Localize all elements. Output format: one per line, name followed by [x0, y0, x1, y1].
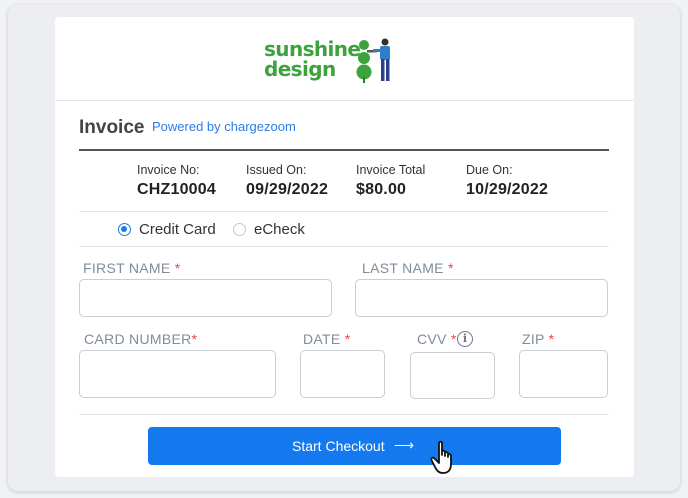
- cvv-info-icon[interactable]: i: [457, 331, 473, 347]
- first-name-input[interactable]: [79, 279, 332, 317]
- last-name-input[interactable]: [355, 279, 608, 317]
- start-checkout-label: Start Checkout: [292, 438, 385, 454]
- powered-by-link[interactable]: Powered by chargezoom: [152, 119, 296, 134]
- invoice-card: sunshine design Invoice Powered by charg…: [55, 17, 634, 477]
- last-name-label: LAST NAME *: [362, 260, 454, 276]
- card-number-input[interactable]: [79, 350, 276, 398]
- due-on-value: 10/29/2022: [466, 181, 549, 198]
- issued-on-value: 09/29/2022: [246, 181, 329, 198]
- brand-logo-text: sunshine design: [264, 37, 361, 81]
- issued-on-label: Issued On:: [246, 163, 307, 177]
- date-label: DATE *: [303, 331, 350, 347]
- start-checkout-button[interactable]: Start Checkout ⟶: [148, 427, 561, 465]
- cvv-label-text: CVV: [417, 331, 447, 347]
- zip-input[interactable]: [519, 350, 608, 398]
- credit-card-label[interactable]: Credit Card: [139, 221, 216, 238]
- meta-divider: [79, 211, 609, 212]
- last-name-required-mark: *: [448, 260, 454, 276]
- brand-line-1: sunshine: [264, 37, 361, 61]
- hand-pointer-cursor-icon: [430, 440, 452, 474]
- credit-card-radio[interactable]: [118, 223, 131, 236]
- echeck-label[interactable]: eCheck: [254, 221, 305, 238]
- brand-line-2: design: [264, 57, 336, 81]
- cvv-input[interactable]: [410, 352, 495, 399]
- last-name-label-text: LAST NAME: [362, 260, 444, 276]
- first-name-label-text: FIRST NAME: [83, 260, 171, 276]
- date-required-mark: *: [344, 331, 351, 347]
- gardener-logo-icon: [356, 38, 390, 83]
- first-name-required-mark: *: [174, 260, 181, 276]
- zip-required-mark: *: [548, 331, 555, 347]
- zip-label: ZIP *: [522, 331, 554, 347]
- due-on-label: Due On:: [466, 163, 513, 177]
- arrow-right-icon: ⟶: [394, 437, 415, 453]
- title-divider: [79, 149, 609, 151]
- invoice-total-label: Invoice Total: [356, 163, 426, 177]
- invoice-no-value: CHZ10004: [137, 181, 216, 198]
- date-label-text: DATE: [303, 331, 341, 347]
- zip-label-text: ZIP: [522, 331, 545, 347]
- cvv-label: CVV *: [417, 331, 457, 347]
- card-number-label-text: CARD NUMBER: [84, 331, 192, 347]
- invoice-total-value: $80.00: [356, 181, 407, 198]
- date-input[interactable]: [300, 350, 385, 398]
- brand-header: sunshine design: [55, 17, 634, 101]
- invoice-no-label: Invoice No:: [137, 163, 200, 177]
- invoice-title: Invoice: [79, 117, 145, 138]
- first-name-label: FIRST NAME *: [83, 260, 180, 276]
- method-divider: [79, 246, 609, 247]
- cvv-required-mark: *: [450, 331, 457, 347]
- form-divider: [79, 414, 609, 415]
- card-number-required-mark: *: [191, 331, 198, 347]
- echeck-radio[interactable]: [233, 223, 246, 236]
- card-number-label: CARD NUMBER*: [84, 331, 197, 347]
